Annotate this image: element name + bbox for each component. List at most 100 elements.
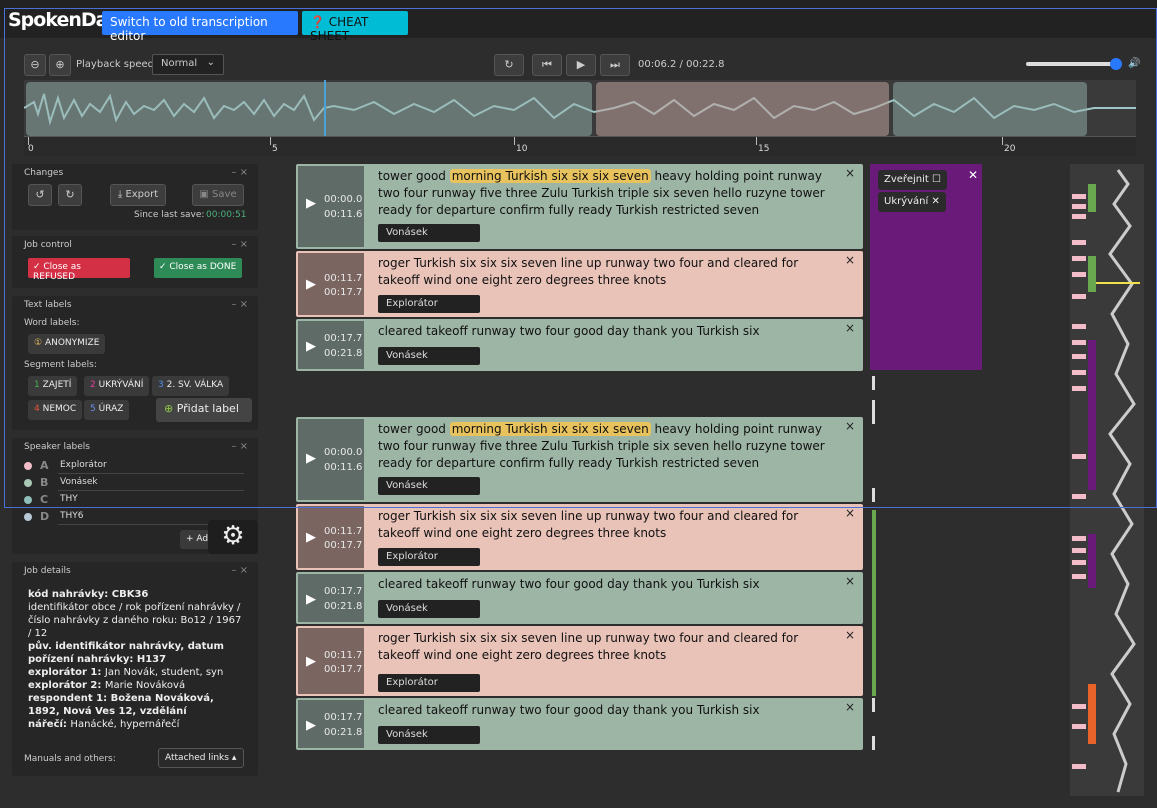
segment-text[interactable]: cleared takeoff runway two four good day… [378,576,843,593]
play-icon[interactable]: ▶ [306,654,316,669]
speaker-select[interactable]: Vonásek [378,726,480,744]
segment-text[interactable]: cleared takeoff runway two four good day… [378,702,843,719]
segment-label-chip[interactable]: 5 ÚRAZ [84,400,130,420]
volume-slider[interactable] [1026,58,1122,70]
segment-text[interactable]: tower good morning Turkish six six six s… [378,421,843,472]
waveform-segment-2[interactable] [596,82,889,136]
segment-text[interactable]: roger Turkish six six six seven line up … [378,630,843,664]
waveform-segment-1[interactable] [26,82,592,136]
skip-forward-icon[interactable]: ⏭ [600,54,630,76]
add-label-button[interactable]: ⊕ Přidat label [156,398,252,422]
close-icon[interactable]: × [845,166,855,180]
segment-start: 00:11.7 [324,650,363,661]
minimap-playhead[interactable] [1096,282,1140,284]
old-editor-button[interactable]: Switch to old transcription editor [102,11,298,43]
segment-label-chip[interactable]: 1 ZAJETÍ [28,376,78,396]
speaker-color-dot [24,496,32,504]
play-icon[interactable]: ▶ [306,451,316,466]
redo-icon[interactable]: ↻ [58,184,82,206]
close-refused-button[interactable]: ✓ Close as REFUSED [28,258,130,282]
panel-controls[interactable]: – × [231,167,248,178]
close-done-button[interactable]: ✓ Close as DONE [154,258,242,278]
speaker-name[interactable]: Vonásek [58,475,244,491]
segment-label-chip[interactable]: 3 2. SV. VÁLKA [152,376,230,396]
speaker-select[interactable]: Vonásek [378,347,480,365]
job-detail-line: pův. identifikátor nahrávky, datum poříz… [28,640,242,666]
speaker-select[interactable]: Vonásek [378,477,480,495]
reload-icon[interactable]: ↻ [494,54,524,76]
play-icon[interactable]: ▶ [306,339,316,354]
segment-row[interactable]: ▶ 00:17.7 00:21.8 cleared takeoff runway t… [296,319,863,371]
speaker-row[interactable]: B Vonásek [22,475,246,492]
panel-controls[interactable]: – × [231,441,248,452]
save-button[interactable]: ▣ Save [192,184,244,206]
speaker-select[interactable]: Vonásek [378,224,480,242]
close-icon[interactable]: × [845,700,855,714]
segment-text[interactable]: roger Turkish six six six seven line up … [378,508,843,542]
highlighted-words[interactable]: morning Turkish six six six seven [449,169,651,183]
speaker-name[interactable]: Explorátor [58,458,244,474]
close-icon[interactable]: ✕ [968,168,978,182]
close-icon[interactable]: × [845,419,855,433]
volume-icon[interactable]: 🔊 [1128,58,1140,69]
segment-row[interactable]: ▶ 00:17.7 00:21.8 cleared takeoff runway t… [296,698,863,750]
speaker-name[interactable]: THY [58,492,244,508]
play-icon[interactable]: ▶ [306,277,316,292]
speed-select[interactable]: Normal ⌄ [152,54,224,75]
segment-text[interactable]: roger Turkish six six six seven line up … [378,255,843,289]
waveform-segment-3[interactable] [893,82,1087,136]
segment-text[interactable]: cleared takeoff runway two four good day… [378,323,843,340]
segment-row[interactable]: ▶ 00:11.7 00:17.7 roger Turkish six six si… [296,626,863,696]
segment-label-chip[interactable]: 4 NEMOC [28,400,83,420]
panel-controls[interactable]: – × [231,239,248,250]
close-icon[interactable]: × [845,253,855,267]
job-detail-line: respondent 1: Božena Nováková, 1892, Nov… [28,692,242,718]
volume-handle[interactable] [1110,58,1122,70]
label-popup: Zveřejnit ☐ Ukrývání ✕ ✕ [870,164,982,370]
speaker-select[interactable]: Explorátor [378,674,480,692]
zoom-out-icon[interactable]: ⊖ [24,54,46,76]
play-icon[interactable]: ▶ [306,718,316,733]
cheat-sheet-button[interactable]: ❓ CHEAT SHEET [302,11,408,43]
segment-row[interactable]: ▶ 00:11.7 00:17.7 roger Turkish six six si… [296,504,863,570]
speaker-row[interactable]: C THY [22,492,246,509]
settings-gear-icon[interactable]: ⚙ [208,520,258,554]
ukryvani-chip[interactable]: Ukrývání ✕ [878,192,946,212]
minimap[interactable] [1070,164,1144,796]
segment-row[interactable]: ▶ 00:11.7 00:17.7 roger Turkish six six si… [296,251,863,317]
close-icon[interactable]: × [845,321,855,335]
speaker-select[interactable]: Vonásek [378,600,480,618]
close-icon[interactable]: × [845,574,855,588]
panel-controls[interactable]: – × [231,299,248,310]
speaker-row[interactable]: A Explorátor [22,458,246,475]
segment-text[interactable]: tower good morning Turkish six six six s… [378,168,843,219]
speaker-select[interactable]: Explorátor [378,295,480,313]
play-icon[interactable]: ▶ [306,196,316,211]
attached-links-button[interactable]: Attached links ▴ [158,748,244,768]
plus-icon: ⊕ [164,402,177,415]
play-icon[interactable]: ▶ [306,530,316,545]
segment-label-chip[interactable]: 2 UKRÝVÁNÍ [84,376,150,396]
segment-end: 00:21.8 [324,601,363,612]
zoom-in-icon[interactable]: ⊕ [49,54,71,76]
highlighted-words[interactable]: morning Turkish six six six seven [449,422,651,436]
segment-row[interactable]: ▶ 00:00.0 00:11.6 tower good morning Turki… [296,164,863,249]
ruler-label: 5 [272,144,278,154]
anonymize-chip[interactable]: ① ANONYMIZE [28,334,106,354]
speaker-select[interactable]: Explorátor [378,548,480,566]
zverejnit-chip[interactable]: Zveřejnit ☐ [878,170,947,190]
playhead[interactable] [324,80,326,136]
play-icon[interactable]: ▶ [566,54,596,76]
undo-icon[interactable]: ↺ [28,184,52,206]
segment-row[interactable]: ▶ 00:00.0 00:11.6 tower good morning Turki… [296,417,863,502]
segment-row[interactable]: ▶ 00:17.7 00:21.8 cleared takeoff runway t… [296,572,863,624]
export-button[interactable]: ⤓ Export [110,184,166,206]
play-icon[interactable]: ▶ [306,592,316,607]
panel-controls[interactable]: – × [231,565,248,576]
skip-back-icon[interactable]: ⏮ [532,54,562,76]
close-icon[interactable]: × [845,628,855,642]
speaker-labels-title: Speaker labels [24,442,90,452]
speaker-color-dot [24,513,32,521]
close-icon[interactable]: × [845,506,855,520]
segment-resize-handles[interactable] [868,376,880,750]
